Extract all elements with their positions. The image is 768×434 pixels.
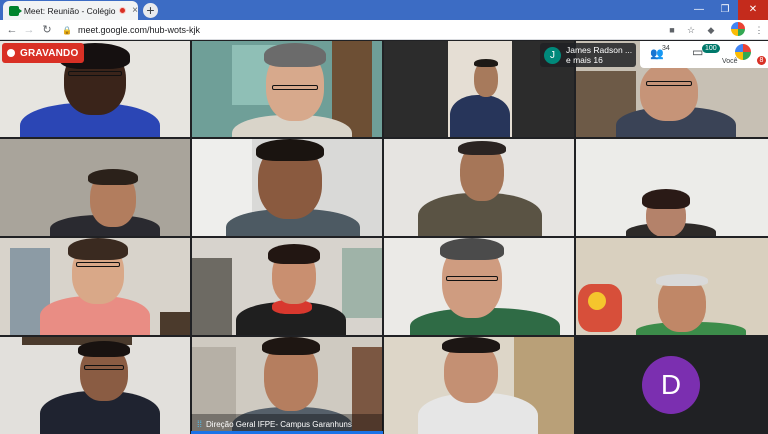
recording-indicator-icon <box>119 7 127 14</box>
self-notification-badge: 8 <box>757 56 766 65</box>
camera-icon[interactable]: ■ <box>665 23 679 37</box>
meet-top-bar: 👥 34 ▭ 100 Você 8 <box>640 41 768 68</box>
meet-favicon-icon <box>9 5 22 16</box>
sound-wave-icon: ⁞⁞ <box>197 419 203 429</box>
video-tile[interactable] <box>192 238 382 335</box>
close-window-button[interactable]: ✕ <box>738 0 768 20</box>
minimize-button[interactable]: — <box>686 0 712 20</box>
self-label: Você <box>722 58 738 65</box>
presenter-avatar: J <box>544 46 561 64</box>
video-tile[interactable] <box>384 337 574 434</box>
reload-icon[interactable]: ↻ <box>40 22 54 38</box>
tab-title: Meet: Reunião - Colégio de <box>23 5 118 16</box>
presenter-name: James Radson ... <box>566 45 633 55</box>
forward-arrow-icon[interactable]: → <box>22 22 36 38</box>
video-tile[interactable] <box>0 337 190 434</box>
tab-close-icon[interactable]: × <box>132 5 138 16</box>
video-tile[interactable] <box>384 238 574 335</box>
profile-avatar[interactable] <box>731 22 745 36</box>
recording-label: GRAVANDO <box>20 47 79 59</box>
chat-count-badge: 100 <box>702 44 720 53</box>
participants-count: 34 <box>662 45 670 52</box>
video-tile[interactable] <box>576 139 768 236</box>
tab-strip: Meet: Reunião - Colégio de × + — ❐ ✕ <box>0 0 768 20</box>
tab-meet[interactable]: Meet: Reunião - Colégio de × <box>3 1 138 20</box>
presenter-others: e mais 16 <box>566 55 603 65</box>
back-arrow-icon[interactable]: ← <box>5 22 19 38</box>
pinned-participant-name: Direção Geral IFPE- Campus Garanhuns <box>206 419 352 429</box>
browser-window: Meet: Reunião - Colégio de × + — ❐ ✕ ← →… <box>0 0 768 434</box>
video-tile[interactable] <box>384 139 574 236</box>
star-icon[interactable]: ☆ <box>684 23 698 37</box>
lock-icon: 🔒 <box>62 25 72 35</box>
url-text: meet.google.com/hub-wots-kjk <box>77 25 201 35</box>
maximize-button[interactable]: ❐ <box>712 0 738 20</box>
participant-avatar: D <box>642 356 700 414</box>
recording-badge: GRAVANDO <box>2 43 85 63</box>
presenter-chip[interactable]: J James Radson ... e mais 16 <box>540 43 636 67</box>
menu-dots-icon[interactable]: ⋮ <box>752 23 766 37</box>
video-tile[interactable] <box>576 238 768 335</box>
video-tile[interactable] <box>192 139 382 236</box>
video-tile[interactable] <box>0 139 190 236</box>
new-tab-button[interactable]: + <box>143 3 158 18</box>
video-tile[interactable] <box>192 41 382 137</box>
window-controls: — ❐ ✕ <box>686 0 768 20</box>
video-tile[interactable] <box>0 238 190 335</box>
extension-icon[interactable]: ◆ <box>704 23 718 37</box>
meet-video-grid: GRAVANDO J James Radson ... e mais 16 👥 … <box>0 41 768 434</box>
address-bar[interactable]: 🔒 meet.google.com/hub-wots-kjk <box>62 23 668 37</box>
browser-toolbar: ← → ↻ 🔒 meet.google.com/hub-wots-kjk ■ ☆… <box>0 20 768 40</box>
record-dot-icon <box>7 49 15 57</box>
